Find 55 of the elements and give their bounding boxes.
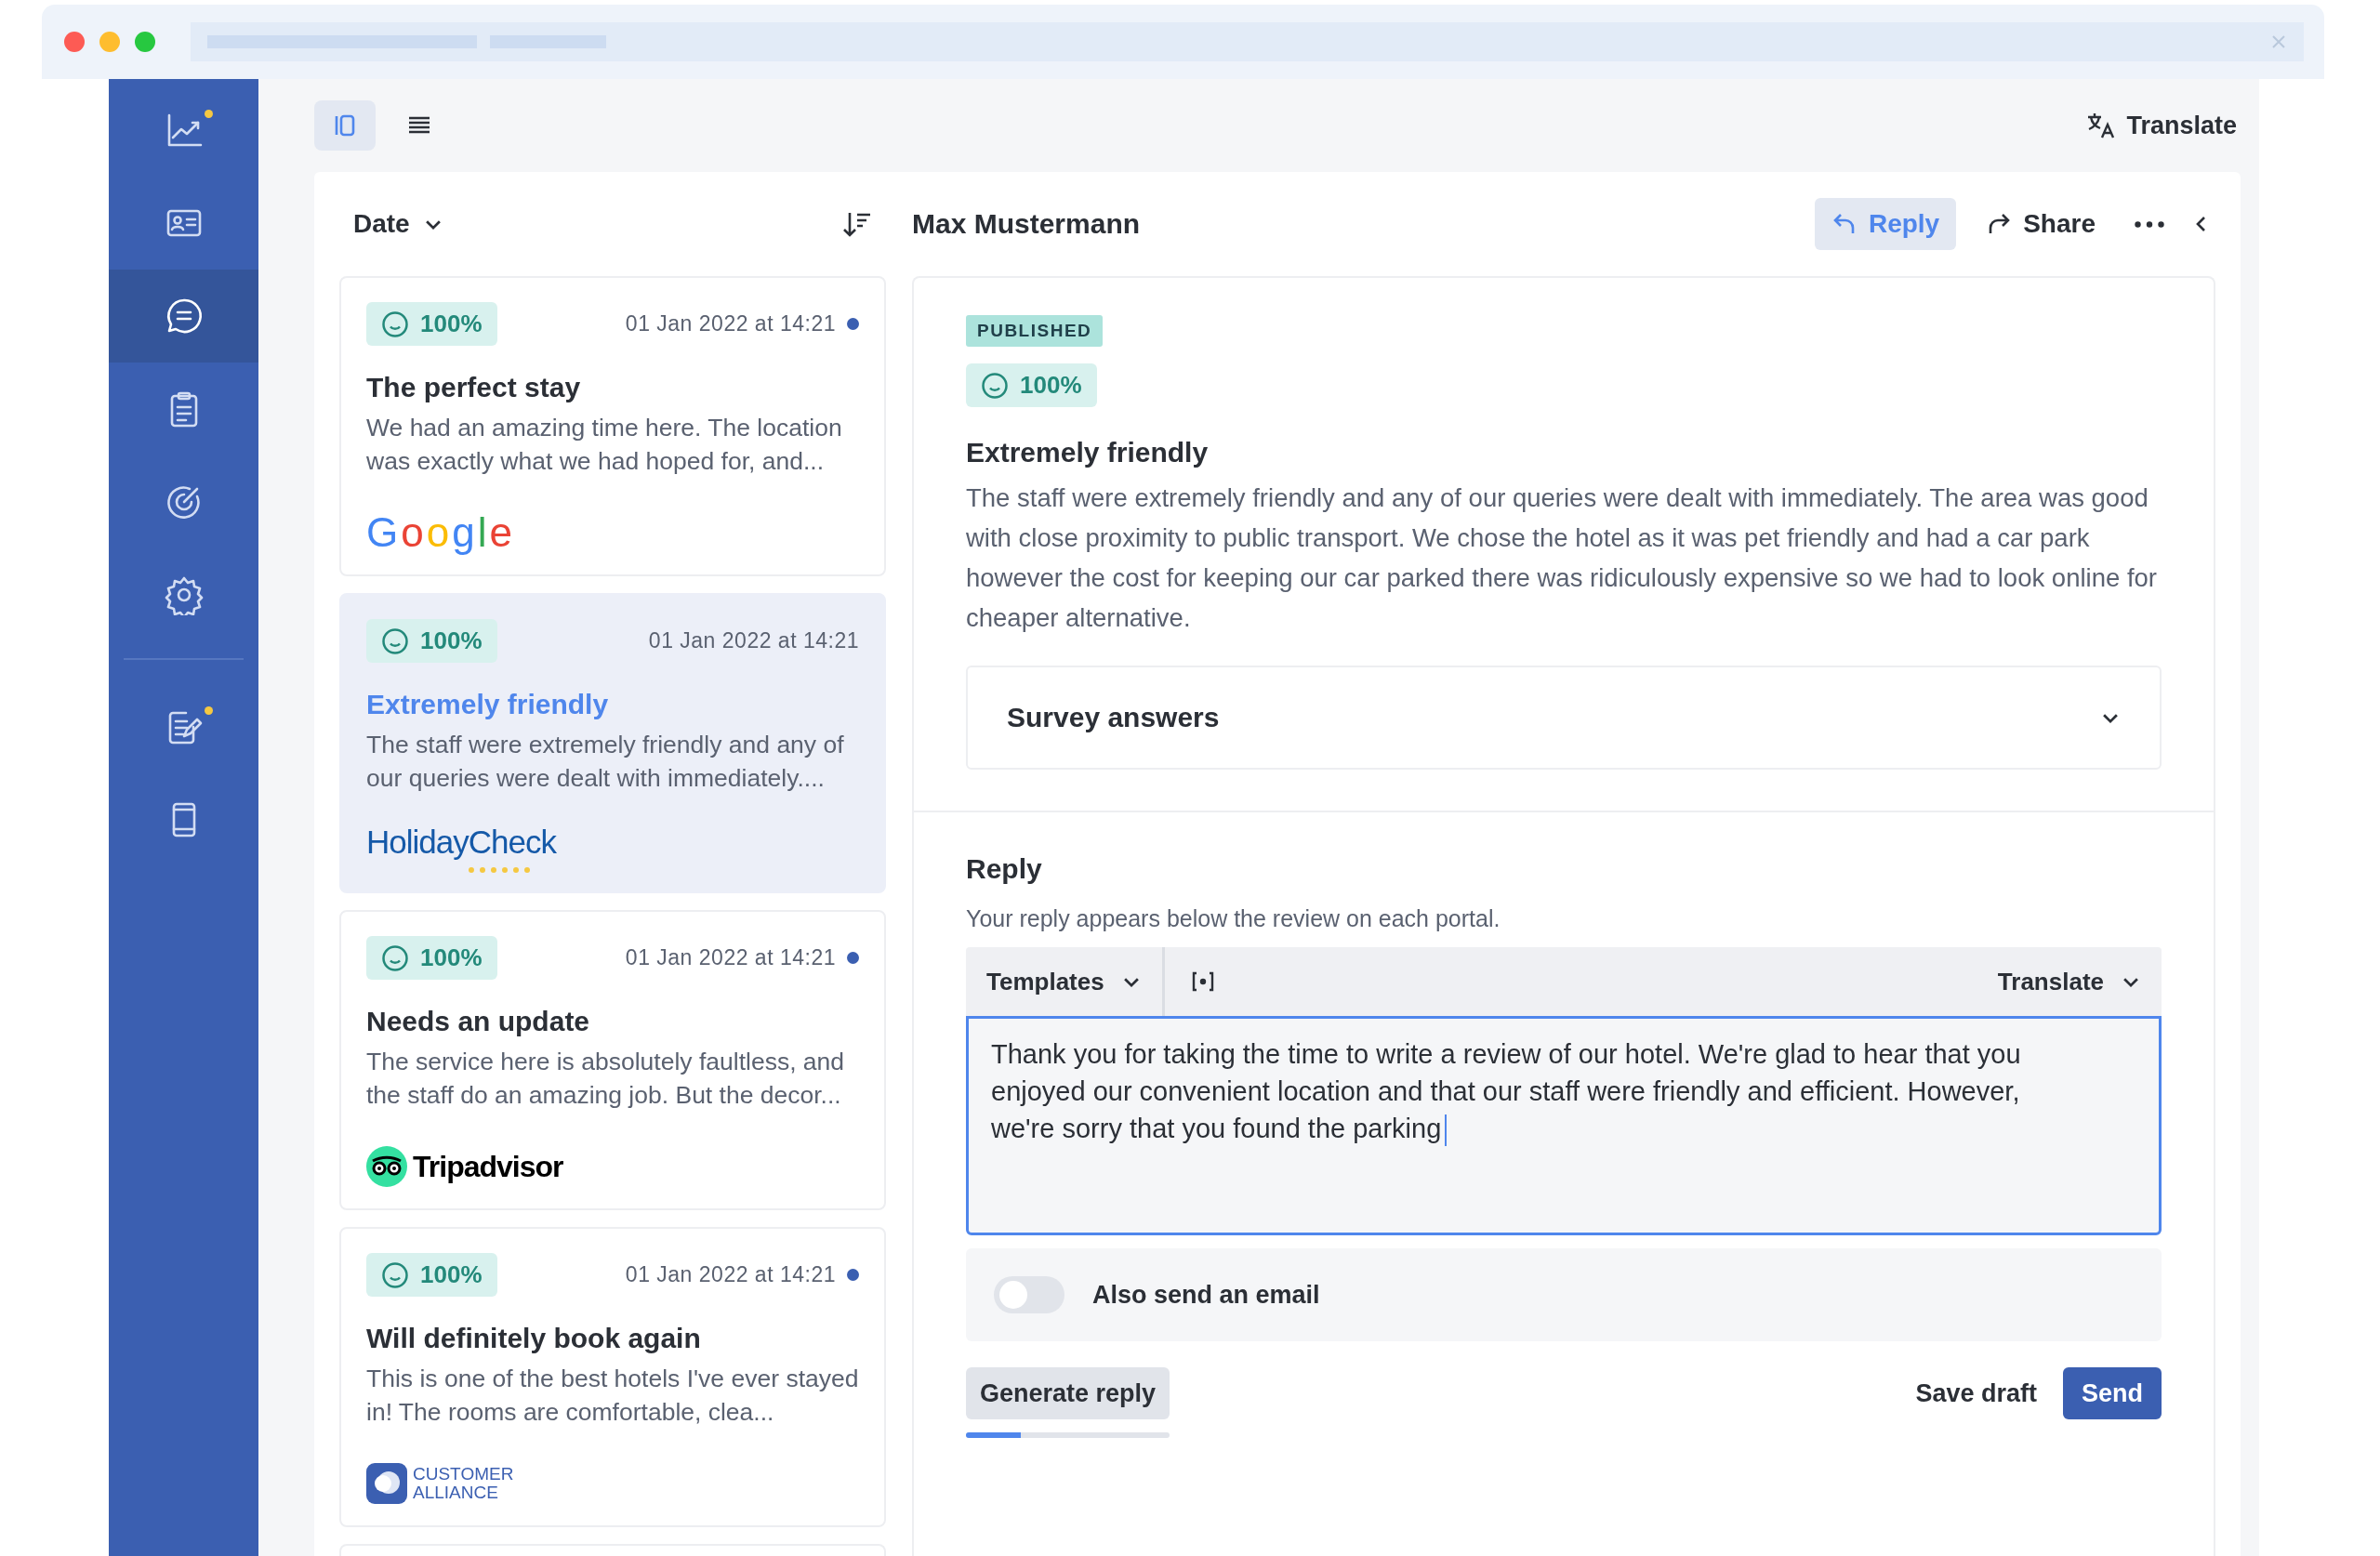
reply-heading: Reply <box>966 853 1043 885</box>
google-logo: Google <box>366 509 509 556</box>
tripadvisor-logo: Tripadvisor <box>366 1143 563 1190</box>
reply-hint: Your reply appears below the review on each portal. <box>966 905 1501 932</box>
customer-alliance-logo: CUSTOMER ALLIANCE <box>366 1460 543 1507</box>
status-badge: PUBLISHED <box>966 315 1104 347</box>
review-title: Extremely friendly <box>366 689 610 720</box>
review-excerpt: We had an amazing time here. The location was exactly what we had hoped for, and... <box>366 413 843 477</box>
close-window-icon[interactable] <box>64 32 85 52</box>
smiley-icon <box>381 626 409 655</box>
review-card[interactable]: 100% 01 Jan 2022 at 14:21 Extremely friendly The staff were extremely friendly and any of our queries were dealt with immediately.... HolidayCheck <box>339 593 886 893</box>
survey-answers-accordion[interactable]: Survey answers <box>966 666 2162 770</box>
sidebar-item[interactable] <box>109 270 258 363</box>
more-icon <box>2135 220 2164 228</box>
save-draft-button[interactable]: Save draft <box>1910 1367 2043 1419</box>
review-date: 01 Jan 2022 at 14:21 <box>625 945 836 970</box>
holidaycheck-logo: HolidayCheck <box>366 819 556 873</box>
score-badge: 100% <box>366 936 497 980</box>
review-title: Needs an update <box>366 1006 591 1037</box>
review-text: The staff were extremely friendly and any of our queries were dealt with immediately. The area was good with close proximity to public transport. We chose the hotel as it was pet friendly and had a car park however the cost for keeping our car parked there was ridiculously expensive so we had to look online for cheaper alternative. <box>966 482 2158 634</box>
reviewer-name: Max Mustermann <box>912 208 1142 240</box>
translate-button[interactable]: Translate <box>2082 106 2241 145</box>
generate-reply-button[interactable]: Generate reply <box>966 1367 1170 1419</box>
gear-icon <box>163 574 205 615</box>
reply-text-field[interactable]: Thank you for taking the time to write a review of our hotel. We're glad to hear that you enjoyed our convenient location and that our staff were friendly and efficient. However, we're sorry that you found the parking <box>966 1016 2162 1235</box>
email-toggle-label: Also send an email <box>1092 1280 1320 1310</box>
share-button[interactable]: Share <box>1969 198 2112 250</box>
review-excerpt: The service here is absolutely faultless, and the staff do an amazing job. But the decor... <box>366 1047 846 1111</box>
review-date: 01 Jan 2022 at 14:21 <box>648 628 859 653</box>
columns-view-button[interactable] <box>314 100 376 151</box>
text-caret <box>1445 1114 1448 1147</box>
review-excerpt: This is one of the best hotels I've ever stayed in! The rooms are comfortable, clea... <box>366 1364 859 1428</box>
review-excerpt: The staff were extremely friendly and any of our queries were dealt with immediately.... <box>366 730 845 794</box>
chevron-left-icon <box>2196 216 2206 232</box>
smiley-icon <box>381 943 409 972</box>
email-toggle[interactable] <box>994 1276 1064 1313</box>
review-title: The perfect stay <box>366 372 582 403</box>
score-badge: 100% <box>966 363 1097 407</box>
translate-dropdown[interactable]: Translate <box>1977 947 2162 1016</box>
smiley-icon <box>981 371 1009 400</box>
review-date: 01 Jan 2022 at 14:21 <box>625 311 836 336</box>
score-badge: 100% <box>366 302 497 346</box>
score-badge: 100% <box>366 619 497 663</box>
review-title: Extremely friendly <box>966 437 1210 468</box>
review-card[interactable]: 100% 01 Jan 2022 at 14:21 The perfect stay We had an amazing time here. The location was exactly what we had hoped for, and... Google <box>339 276 886 576</box>
send-button[interactable]: Send <box>2063 1367 2162 1419</box>
review-card[interactable]: 100% 01 Jan 2022 at 14:21 Will definitely book again This is one of the best hotels I've ever stayed in! The rooms are comfortable, clea... CUSTOMER ALLIANCE <box>339 1227 886 1527</box>
review-title: Will definitely book again <box>366 1323 702 1354</box>
maximize-window-icon[interactable] <box>135 32 155 52</box>
review-date: 01 Jan 2022 at 14:21 <box>625 1262 836 1287</box>
smiley-icon <box>381 1260 409 1289</box>
score-badge: 100% <box>366 1253 497 1297</box>
smiley-icon <box>381 310 409 338</box>
review-card[interactable]: 100% 01 Jan 2022 at 14:21 Needs an update The service here is absolutely faultless, and the staff do an amazing job. But the decor... Tripadvisor <box>339 910 886 1210</box>
sort-dropdown[interactable]: Date <box>353 209 443 239</box>
